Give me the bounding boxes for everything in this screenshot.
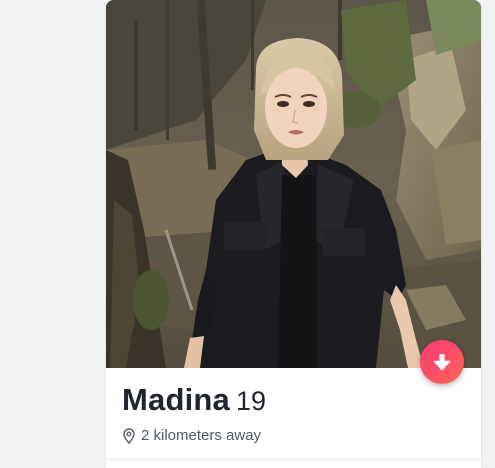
profile-card[interactable]: Madina 19 2 kilometers away [106, 0, 481, 468]
distance-text: 2 kilometers away [141, 427, 262, 444]
profile-info: Madina 19 2 kilometers away [106, 368, 481, 468]
profile-photo[interactable] [106, 0, 481, 368]
distance-row: 2 kilometers away [123, 427, 261, 444]
arrow-down-icon [433, 354, 451, 371]
divider [106, 459, 481, 460]
open-profile-button[interactable] [420, 340, 464, 384]
profile-age: 19 [236, 386, 267, 416]
profile-name: Madina [122, 382, 230, 417]
location-pin-icon [123, 427, 135, 444]
name-age-row: Madina 19 [122, 382, 266, 418]
